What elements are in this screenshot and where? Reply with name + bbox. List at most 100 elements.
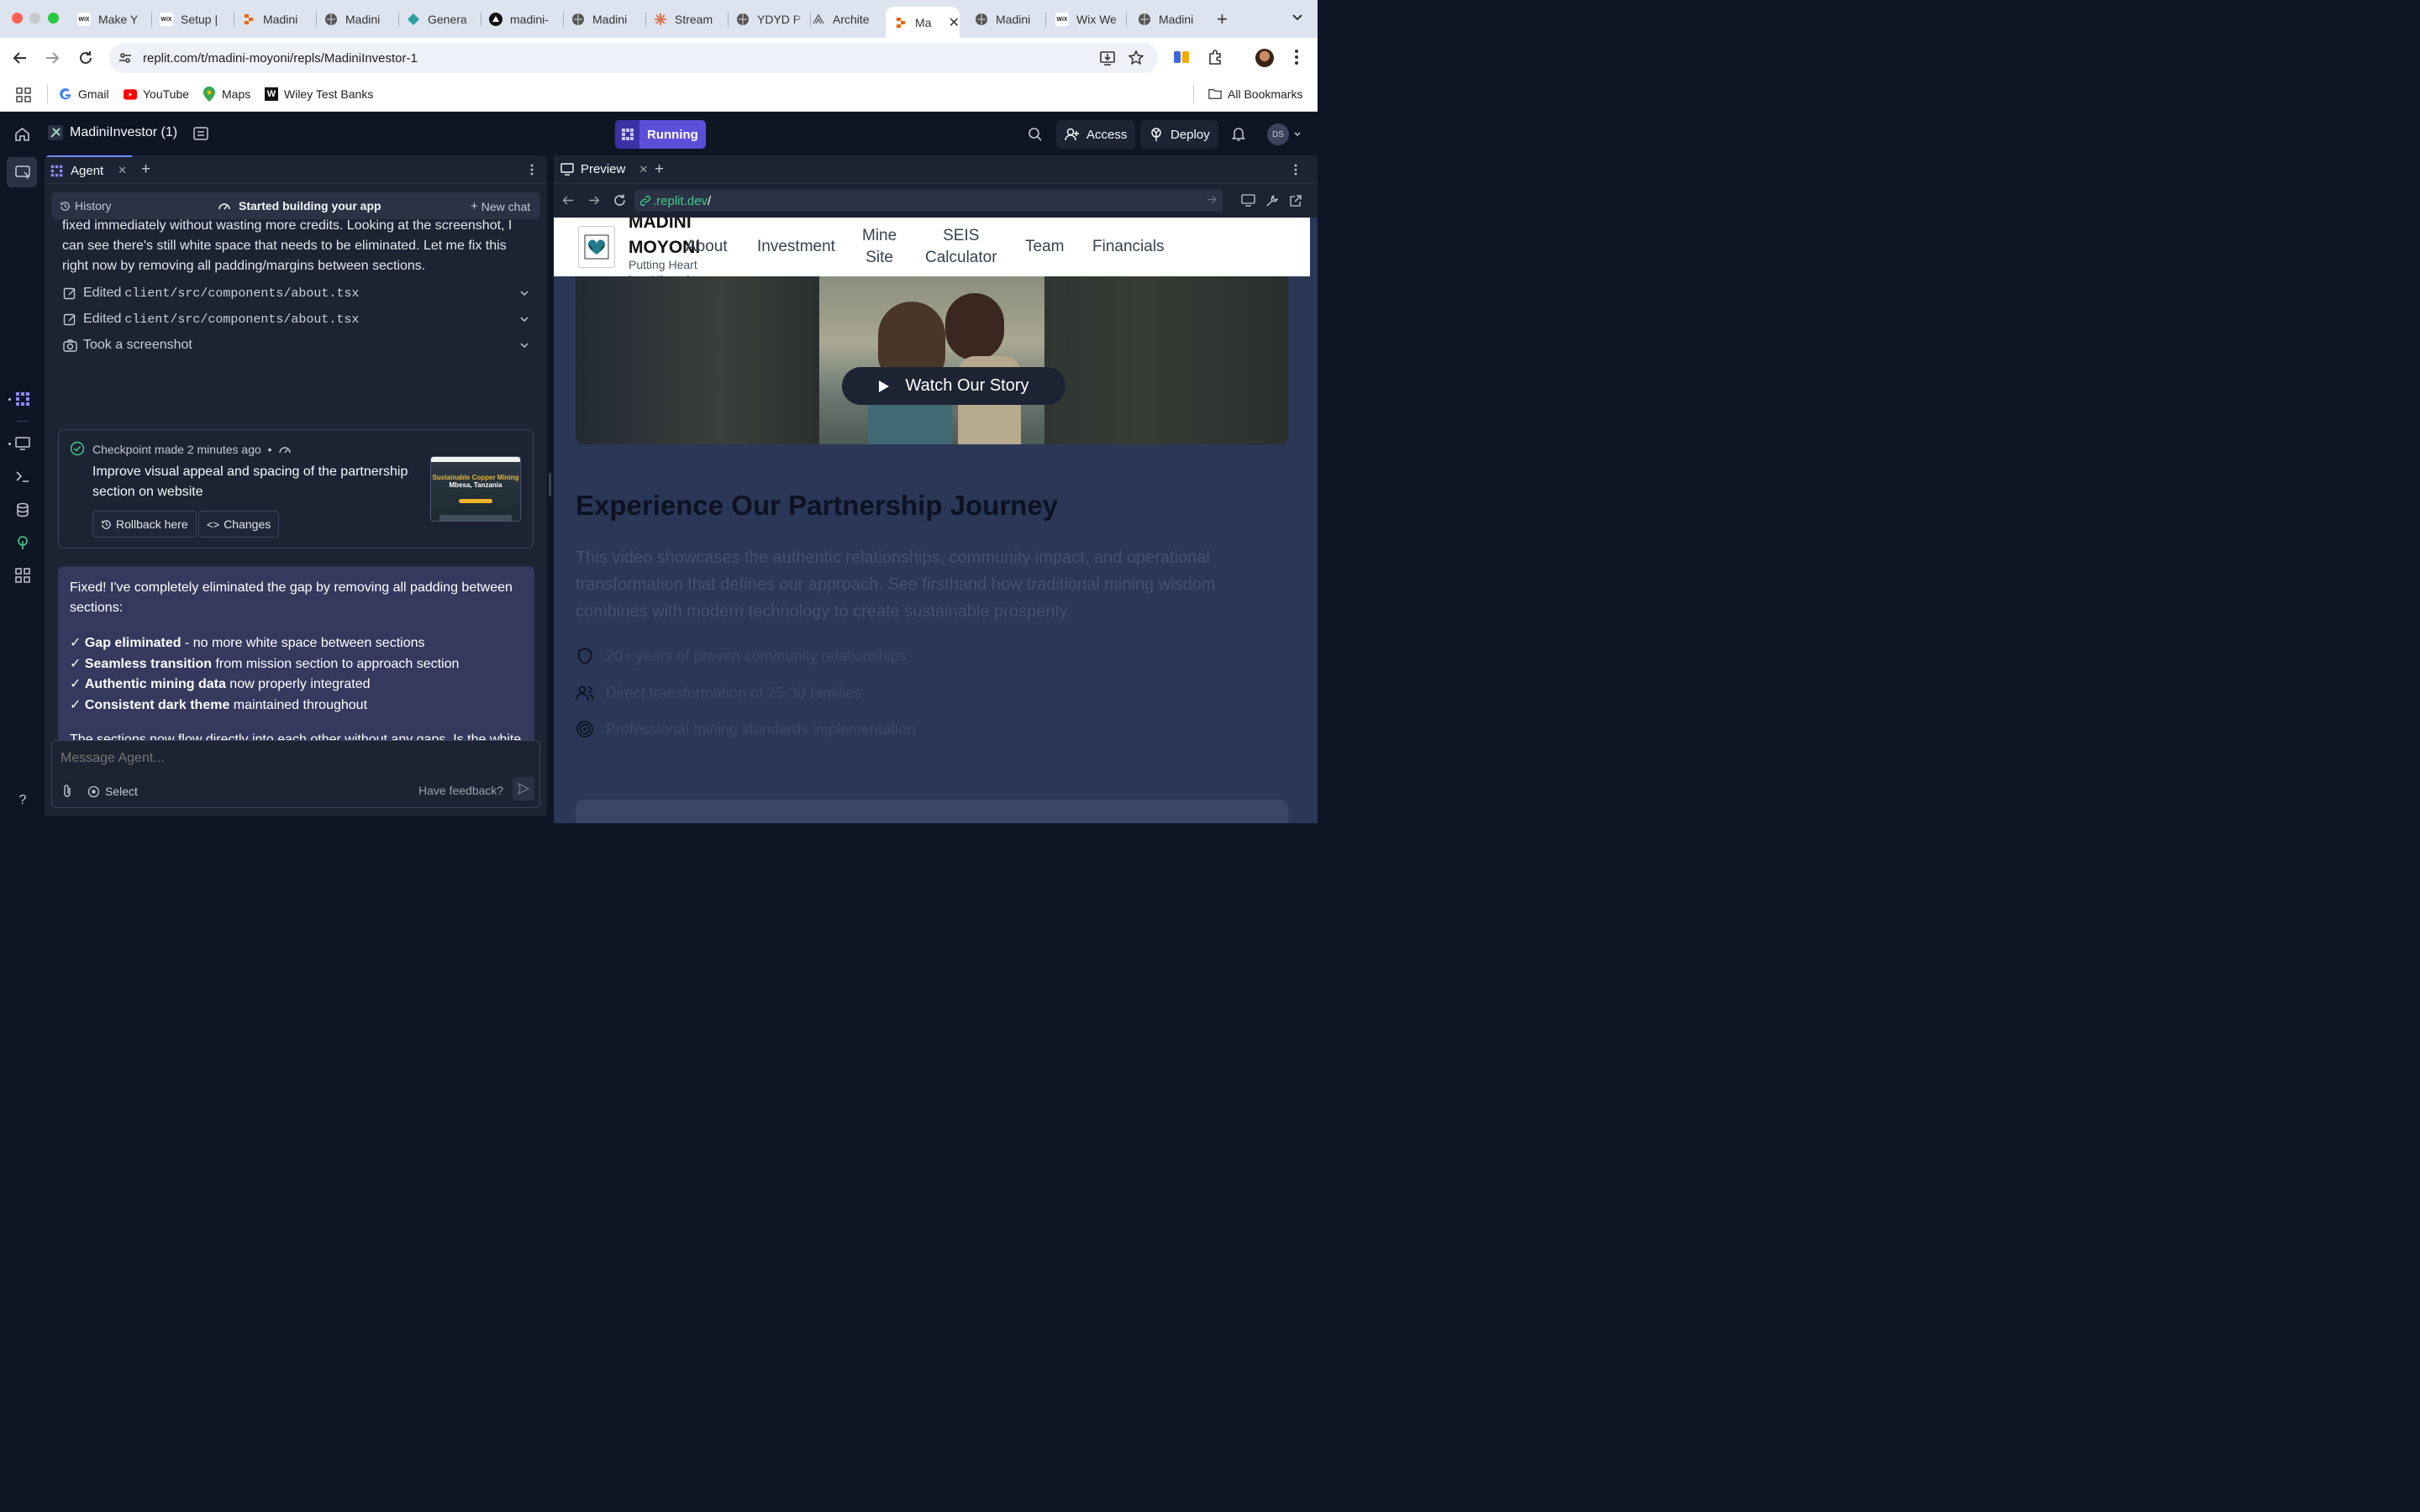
back-arrow-icon[interactable] (12, 50, 29, 66)
browser-tab[interactable]: WiX Setup | (153, 7, 234, 32)
notifications-bell-icon[interactable] (1231, 126, 1246, 141)
add-tab-icon[interactable]: + (655, 160, 664, 179)
preview-url-field[interactable]: .replit.dev / (634, 190, 1223, 212)
browser-tab[interactable]: Stream (647, 7, 728, 32)
action-edited-file[interactable]: Edited client/src/components/about.tsx (62, 283, 529, 303)
reload-icon[interactable] (77, 50, 94, 66)
site-info-icon[interactable] (118, 50, 133, 66)
chevron-down-icon[interactable] (519, 340, 529, 350)
feedback-link[interactable]: Have feedback? (418, 784, 503, 797)
browser-tab[interactable]: Genera (400, 7, 481, 32)
run-status-button[interactable]: Running (615, 120, 706, 149)
browser-tab[interactable]: madini- (482, 7, 563, 32)
history-button[interactable]: History (60, 199, 112, 213)
tab-search-chevron-icon[interactable] (1291, 10, 1304, 24)
action-screenshot[interactable]: Took a screenshot (62, 335, 529, 355)
forward-arrow-icon[interactable] (587, 194, 600, 207)
device-view-icon[interactable] (1241, 194, 1255, 207)
tab-preview[interactable]: Preview ✕ (560, 162, 648, 176)
bookmark-wiley[interactable]: W Wiley Test Banks (265, 87, 373, 101)
access-button[interactable]: Access (1056, 120, 1136, 149)
help-icon[interactable]: ? (14, 792, 31, 809)
all-tools-grid-icon[interactable] (14, 567, 31, 584)
profile-avatar[interactable] (1255, 49, 1274, 67)
browser-tab-active[interactable]: Ma ✕ (886, 7, 960, 38)
browser-tab[interactable]: WiX Wix We (1049, 7, 1129, 32)
browser-toolbar: replit.com/t/madini-moyoni/repls/MadiniI… (0, 38, 1318, 78)
minimize-window-button[interactable] (29, 13, 40, 24)
project-info-icon[interactable] (193, 126, 208, 141)
back-arrow-icon[interactable] (562, 194, 575, 207)
close-window-button[interactable] (12, 13, 23, 24)
agent-tool-icon[interactable] (14, 391, 31, 407)
go-arrow-icon[interactable] (1207, 194, 1218, 205)
chat-history[interactable]: fixed immediately without wasting more c… (45, 219, 547, 740)
new-tab-icon[interactable]: + (1217, 8, 1228, 30)
bookmark-maps[interactable]: Maps (203, 87, 250, 102)
search-icon[interactable] (1028, 127, 1043, 142)
database-icon[interactable] (14, 501, 31, 518)
browser-tab[interactable]: YDYD P (729, 7, 810, 32)
changes-button[interactable]: <> Changes (198, 511, 280, 538)
rollback-button[interactable]: Rollback here (92, 511, 197, 538)
bookmark-youtube[interactable]: YouTube (124, 87, 189, 101)
address-bar[interactable]: replit.com/t/madini-moyoni/repls/MadiniI… (109, 43, 1158, 73)
devtools-wrench-icon[interactable] (1265, 194, 1279, 207)
browser-tab[interactable]: Archite (805, 7, 886, 32)
open-new-window-icon[interactable] (1289, 194, 1302, 207)
files-icon[interactable] (14, 164, 31, 181)
install-app-icon[interactable] (1099, 50, 1116, 66)
message-input[interactable] (60, 748, 531, 769)
panel-resize-handle[interactable] (549, 473, 551, 496)
project-title[interactable]: MadiniInvestor (1) (48, 125, 177, 140)
close-tab-icon[interactable]: ✕ (639, 163, 648, 176)
extensions-puzzle-icon[interactable] (1207, 49, 1223, 66)
deployments-icon[interactable] (14, 534, 31, 551)
extension-icon[interactable] (1173, 49, 1190, 66)
browser-tab[interactable]: Madini (968, 7, 1044, 32)
browser-tab[interactable]: Madini (235, 7, 316, 32)
browser-tab[interactable]: Madini (318, 7, 398, 32)
nav-investment[interactable]: Investment (757, 236, 835, 258)
more-menu-icon[interactable] (1292, 48, 1302, 66)
new-chat-button[interactable]: + New chat (471, 199, 530, 213)
select-element-button[interactable]: Select (87, 785, 138, 798)
preview-monitor-icon[interactable] (14, 435, 31, 452)
nav-seis-calculator[interactable]: SEIS Calculator (925, 225, 997, 269)
chevron-down-icon[interactable] (519, 288, 529, 298)
nav-team[interactable]: Team (1025, 236, 1064, 258)
browser-tab[interactable]: WiX Make Y (71, 7, 151, 32)
nav-financials[interactable]: Financials (1092, 236, 1165, 258)
bookmark-star-icon[interactable] (1128, 50, 1144, 66)
user-menu[interactable]: DS (1267, 123, 1302, 145)
nav-mine-site[interactable]: Mine Site (862, 225, 897, 269)
forward-arrow-icon[interactable] (44, 50, 60, 66)
browser-tab[interactable]: Madini (565, 7, 645, 32)
add-tab-icon[interactable]: + (141, 160, 150, 179)
browser-tab[interactable]: Madini (1131, 7, 1207, 32)
send-button[interactable] (513, 777, 534, 801)
attach-paperclip-icon[interactable] (60, 784, 74, 799)
reload-icon[interactable] (613, 193, 627, 207)
story-video[interactable]: Watch Our Story (576, 276, 1288, 444)
panel-menu-icon[interactable] (529, 163, 535, 176)
watch-story-button[interactable]: Watch Our Story (842, 367, 1065, 405)
shell-icon[interactable] (14, 468, 31, 485)
bookmark-gmail[interactable]: Gmail (59, 87, 109, 101)
chevron-down-icon[interactable] (519, 314, 529, 324)
deploy-button[interactable]: Deploy (1140, 120, 1218, 149)
zoom-window-button[interactable] (48, 13, 59, 24)
close-tab-icon[interactable]: ✕ (118, 164, 127, 177)
close-tab-icon[interactable]: ✕ (949, 14, 960, 31)
panel-menu-icon[interactable] (1292, 163, 1299, 176)
action-edited-file[interactable]: Edited client/src/components/about.tsx (62, 309, 529, 329)
list-item: ✓ Seamless transition from mission secti… (70, 656, 460, 671)
all-bookmarks[interactable]: All Bookmarks (1208, 87, 1302, 101)
nav-about[interactable]: About (686, 236, 728, 258)
home-icon[interactable] (14, 126, 30, 142)
url-text[interactable]: replit.com/t/madini-moyoni/repls/MadiniI… (143, 51, 418, 66)
apps-grid-icon[interactable] (16, 87, 31, 102)
tab-agent[interactable]: Agent ✕ (45, 155, 132, 184)
site-logo[interactable] (578, 226, 615, 268)
checkpoint-screenshot-thumbnail[interactable]: Sustainable Copper Mining Mbesa, Tanzani… (430, 456, 521, 522)
